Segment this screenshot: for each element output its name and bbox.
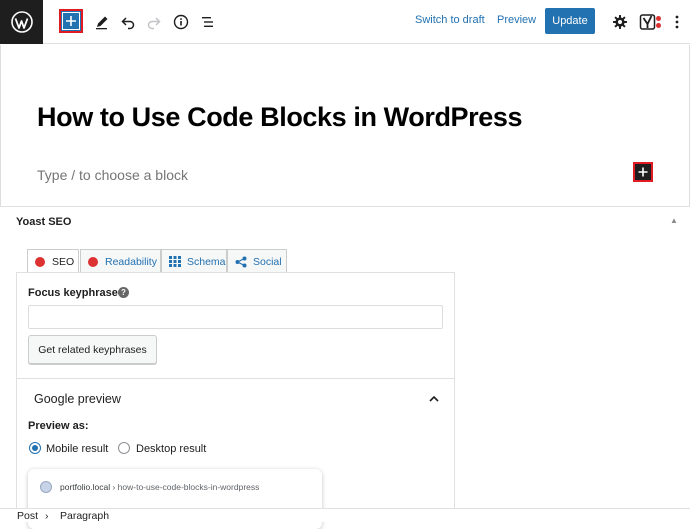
chevron-up-icon[interactable] — [428, 393, 440, 405]
tab-social[interactable]: Social — [227, 249, 287, 273]
tab-readability[interactable]: Readability — [80, 249, 161, 273]
desktop-result-label[interactable]: Desktop result — [136, 443, 206, 455]
serp-url: portfolio.local › how-to-use-code-blocks… — [60, 482, 259, 492]
grid-icon — [169, 256, 181, 267]
tools-button[interactable] — [89, 9, 115, 35]
update-button[interactable]: Update — [545, 8, 595, 34]
breadcrumb-separator: › — [45, 510, 49, 522]
add-block-button[interactable] — [633, 162, 653, 182]
list-view-button[interactable] — [195, 9, 221, 35]
help-icon[interactable]: ? — [118, 287, 129, 298]
wordpress-icon — [10, 11, 33, 33]
tab-label: Social — [253, 255, 282, 268]
plus-icon — [66, 16, 76, 26]
focus-keyphrase-input[interactable] — [28, 305, 443, 329]
get-related-keyphrases-button[interactable]: Get related keyphrases — [28, 335, 157, 364]
mobile-result-label[interactable]: Mobile result — [46, 443, 108, 455]
panel-toggle-icon[interactable]: ▲ — [670, 216, 678, 225]
mobile-result-radio[interactable] — [29, 442, 41, 454]
undo-icon — [121, 17, 135, 30]
list-view-icon — [202, 17, 213, 27]
tab-seo[interactable]: SEO — [27, 249, 79, 274]
tab-label: SEO — [52, 256, 75, 268]
info-icon — [173, 14, 189, 30]
details-button[interactable] — [168, 9, 194, 35]
undo-button[interactable] — [115, 9, 141, 35]
more-vertical-icon — [675, 15, 679, 29]
google-preview-title[interactable]: Google preview — [34, 392, 121, 406]
switch-to-draft-button[interactable]: Switch to draft — [415, 14, 485, 26]
desktop-result-radio[interactable] — [118, 442, 130, 454]
yoast-icon — [639, 14, 661, 30]
preview-button[interactable]: Preview — [497, 14, 536, 26]
settings-button[interactable] — [607, 9, 633, 35]
focus-keyphrase-label: Focus keyphrase — [28, 287, 118, 299]
yoast-panel-title[interactable]: Yoast SEO — [16, 216, 71, 228]
redo-button[interactable] — [141, 9, 167, 35]
breadcrumb-paragraph[interactable]: Paragraph — [60, 510, 109, 522]
post-title[interactable]: How to Use Code Blocks in WordPress — [37, 102, 523, 133]
wordpress-logo[interactable] — [0, 0, 43, 44]
red-dot-icon — [35, 257, 45, 267]
breadcrumb-post[interactable]: Post — [17, 510, 38, 522]
tab-schema[interactable]: Schema — [161, 249, 227, 273]
tab-label: Schema — [187, 255, 226, 268]
serp-site: portfolio.local — [60, 482, 111, 492]
red-dot-icon — [88, 256, 98, 267]
block-inserter-button[interactable] — [59, 9, 83, 33]
tab-label: Readability — [105, 255, 157, 268]
yoast-sidebar-button[interactable] — [637, 9, 665, 35]
gear-icon — [613, 15, 627, 29]
serp-path: › how-to-use-code-blocks-in-wordpress — [112, 482, 260, 492]
section-divider — [16, 378, 455, 379]
plus-icon — [638, 167, 648, 177]
site-favicon-icon — [40, 481, 52, 493]
pencil-icon — [96, 16, 108, 30]
redo-icon — [147, 17, 161, 30]
block-placeholder[interactable]: Type / to choose a block — [37, 167, 188, 183]
options-button[interactable] — [667, 9, 687, 35]
share-icon — [235, 256, 247, 267]
preview-as-label: Preview as: — [28, 420, 89, 432]
